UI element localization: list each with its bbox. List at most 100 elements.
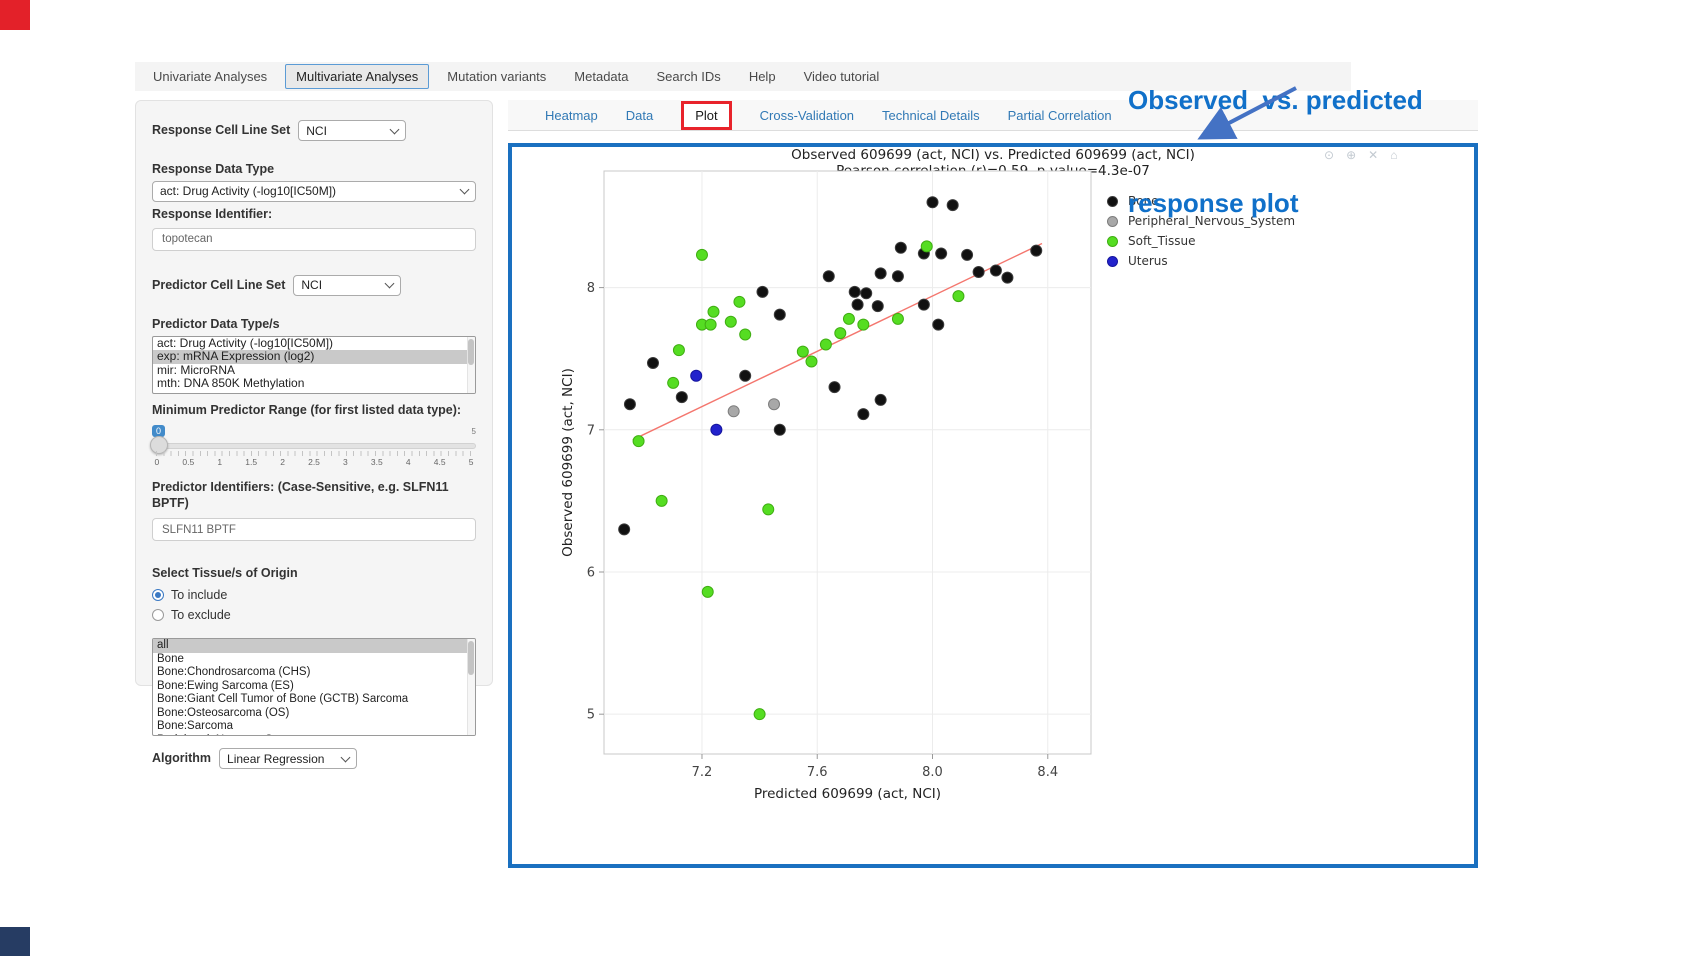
- scatter-point-bone: [947, 200, 958, 211]
- y-axis-title: Observed 609699 (act, NCI): [560, 368, 576, 557]
- list-option[interactable]: mth: DNA 850K Methylation: [153, 377, 475, 391]
- slider-tick-label: 0: [154, 457, 159, 467]
- slider-track[interactable]: [152, 443, 476, 449]
- scatter-point-bone: [927, 197, 938, 208]
- scatter-point-bone: [774, 309, 785, 320]
- nav-item-univariate-analyses[interactable]: Univariate Analyses: [143, 65, 277, 88]
- scatter-point-bone: [918, 299, 929, 310]
- list-option[interactable]: Bone:Osteosarcoma (OS): [153, 707, 475, 721]
- radio-to-include[interactable]: To include: [152, 588, 476, 602]
- list-option[interactable]: Bone: [153, 653, 475, 667]
- list-option[interactable]: Bone:Ewing Sarcoma (ES): [153, 680, 475, 694]
- scatter-point-bone: [740, 370, 751, 381]
- scatter-point-soft_tissue: [734, 296, 745, 307]
- response-data-type-label: Response Data Type: [152, 161, 476, 178]
- scatter-point-bone: [757, 286, 768, 297]
- slider-tick-label: 5: [469, 457, 474, 467]
- nav-item-multivariate-analyses[interactable]: Multivariate Analyses: [285, 64, 429, 89]
- tab-heatmap[interactable]: Heatmap: [545, 108, 598, 123]
- list-option[interactable]: Bone:Giant Cell Tumor of Bone (GCTB) Sar…: [153, 693, 475, 707]
- chevron-down-icon: [460, 185, 470, 195]
- nav-item-metadata[interactable]: Metadata: [564, 65, 638, 88]
- radio-to-exclude[interactable]: To exclude: [152, 608, 476, 622]
- scatter-point-bone: [962, 249, 973, 260]
- nav-item-help[interactable]: Help: [739, 65, 786, 88]
- response-cell-line-set-label: Response Cell Line Set: [152, 122, 290, 139]
- slider-tick-label: 1: [217, 457, 222, 467]
- scatter-point-soft_tissue: [633, 436, 644, 447]
- slide-corner-marker-bottom: [0, 927, 30, 956]
- predictor-data-types-label: Predictor Data Type/s: [152, 316, 476, 333]
- list-option[interactable]: act: Drug Activity (-log10[IC50M]): [153, 337, 475, 351]
- scatter-point-bone: [823, 271, 834, 282]
- list-option[interactable]: Peripheral_Nervous_System: [153, 734, 475, 737]
- response-cell-line-set-select[interactable]: NCI: [298, 120, 406, 141]
- scatter-point-uterus: [711, 424, 722, 435]
- annotation-line2: response plot: [1128, 186, 1458, 220]
- scatter-plot: 7.27.68.08.45678Predicted 609699 (act, N…: [560, 169, 1160, 817]
- y-tick-label: 6: [587, 565, 595, 580]
- radio-label: To include: [171, 588, 227, 602]
- nav-item-search-ids[interactable]: Search IDs: [647, 65, 731, 88]
- response-identifier-input[interactable]: [152, 228, 476, 251]
- legend-dot: [1107, 236, 1118, 247]
- slider-max-label: 5: [472, 427, 476, 436]
- list-option[interactable]: exp: mRNA Expression (log2): [153, 350, 475, 364]
- slider-tick-label: 0.5: [182, 457, 194, 467]
- scatter-point-bone: [1002, 272, 1013, 283]
- legend-dot: [1107, 196, 1118, 207]
- scatter-point-bone: [676, 392, 687, 403]
- scatter-point-bone: [1031, 245, 1042, 256]
- scatter-point-peripheral_nervous_system: [769, 399, 780, 410]
- radio-icon: [152, 609, 164, 621]
- annotation-arrow: [1190, 84, 1310, 146]
- chevron-down-icon: [390, 124, 400, 134]
- predictor-cell-line-set-select[interactable]: NCI: [293, 275, 401, 296]
- scatter-point-soft_tissue: [835, 328, 846, 339]
- response-identifier-label: Response Identifier:: [152, 206, 476, 223]
- predictor-identifiers-input[interactable]: [152, 518, 476, 541]
- tab-partial-correlation[interactable]: Partial Correlation: [1008, 108, 1112, 123]
- legend-dot: [1107, 216, 1118, 227]
- slider-value-badge: 0: [152, 425, 165, 437]
- scatter-point-bone: [990, 265, 1001, 276]
- tab-technical-details[interactable]: Technical Details: [882, 108, 980, 123]
- y-tick-label: 8: [587, 281, 595, 296]
- list-option[interactable]: mir: MicroRNA: [153, 364, 475, 378]
- response-data-type-select[interactable]: act: Drug Activity (-log10[IC50M]): [152, 181, 476, 202]
- list-option[interactable]: Bone:Sarcoma: [153, 720, 475, 734]
- legend-dot: [1107, 256, 1118, 267]
- scatter-point-bone: [774, 424, 785, 435]
- scatter-point-soft_tissue: [820, 339, 831, 350]
- min-predictor-range-label: Minimum Predictor Range (for first liste…: [152, 402, 476, 419]
- tissue-listbox[interactable]: allBoneBone:Chondrosarcoma (CHS)Bone:Ewi…: [152, 638, 476, 736]
- predictor-data-types-listbox[interactable]: act: Drug Activity (-log10[IC50M])exp: m…: [152, 336, 476, 394]
- scatter-point-bone: [619, 524, 630, 535]
- scrollbar[interactable]: [467, 639, 475, 735]
- app-page: Univariate Analyses Multivariate Analyses…: [0, 0, 1700, 956]
- scrollbar[interactable]: [467, 337, 475, 393]
- scatter-point-bone: [849, 286, 860, 297]
- scatter-point-soft_tissue: [673, 345, 684, 356]
- tab-cross-validation[interactable]: Cross-Validation: [760, 108, 854, 123]
- nav-item-mutation-variants[interactable]: Mutation variants: [437, 65, 556, 88]
- nav-item-video-tutorial[interactable]: Video tutorial: [794, 65, 890, 88]
- scatter-point-peripheral_nervous_system: [728, 406, 739, 417]
- x-axis-title: Predicted 609699 (act, NCI): [754, 786, 941, 802]
- scatter-point-bone: [861, 288, 872, 299]
- algorithm-select[interactable]: Linear Regression: [219, 748, 357, 769]
- tab-data[interactable]: Data: [626, 108, 653, 123]
- x-tick-label: 8.4: [1037, 765, 1058, 780]
- list-option[interactable]: Bone:Chondrosarcoma (CHS): [153, 666, 475, 680]
- scatter-point-soft_tissue: [806, 356, 817, 367]
- list-option[interactable]: all: [153, 639, 475, 653]
- scatter-point-soft_tissue: [725, 316, 736, 327]
- scatter-point-soft_tissue: [892, 313, 903, 324]
- scatter-point-bone: [624, 399, 635, 410]
- slider-tick-label: 4: [406, 457, 411, 467]
- scatter-point-soft_tissue: [754, 709, 765, 720]
- tab-plot[interactable]: Plot: [681, 101, 731, 130]
- slider-tick-label: 2: [280, 457, 285, 467]
- y-tick-label: 5: [587, 708, 595, 723]
- radio-icon: [152, 589, 164, 601]
